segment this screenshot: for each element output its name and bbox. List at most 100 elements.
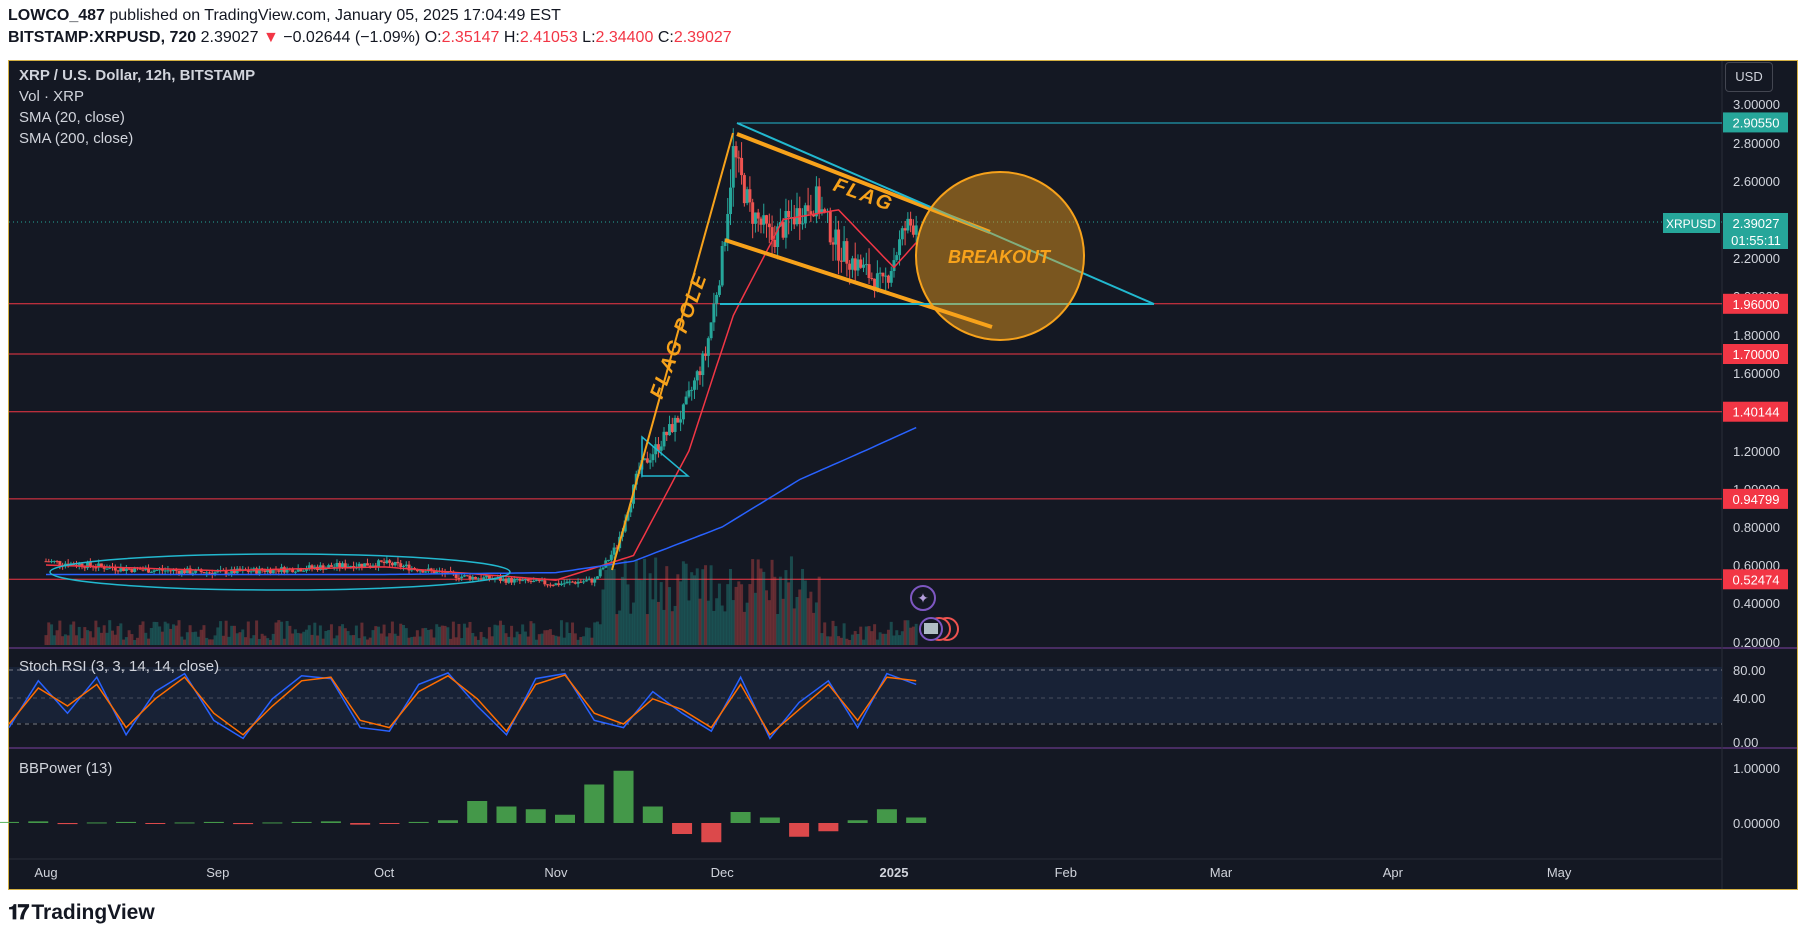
bbpower-bar[interactable] xyxy=(672,823,693,834)
volume-bar xyxy=(831,620,835,645)
bbpower-bar[interactable] xyxy=(291,821,312,823)
time-tick-label: Mar xyxy=(1210,865,1233,880)
bbpower-bar[interactable] xyxy=(642,806,663,824)
bbpower-bar[interactable] xyxy=(759,817,780,824)
volume-bar xyxy=(571,622,575,645)
bbpower-bar[interactable] xyxy=(437,820,458,823)
bbpower-bar[interactable] xyxy=(818,823,839,832)
bbpower-bar[interactable] xyxy=(262,822,283,824)
bbpower-bar[interactable] xyxy=(701,823,722,843)
volume-bar xyxy=(734,586,738,645)
sma20-line[interactable] xyxy=(45,209,917,581)
volume-bar xyxy=(390,621,394,645)
legend-sma20[interactable]: SMA (20, close) xyxy=(19,109,125,126)
legend-sma200[interactable]: SMA (200, close) xyxy=(19,130,133,147)
candle-body xyxy=(304,569,308,571)
candle-body xyxy=(728,187,732,215)
volume-bar xyxy=(116,626,120,645)
bbpower-bar[interactable] xyxy=(0,821,19,823)
bbpower-bar[interactable] xyxy=(350,823,371,825)
bbpower-bar[interactable] xyxy=(525,809,546,823)
volume-bar xyxy=(532,623,536,645)
volume-bar xyxy=(476,639,480,645)
volume-bar xyxy=(587,627,591,645)
volume-bar xyxy=(446,627,450,645)
candle-body xyxy=(382,561,386,564)
volume-bar xyxy=(704,565,708,645)
volume-bar xyxy=(548,629,552,645)
bbpower-bar[interactable] xyxy=(408,821,429,823)
bbpower-bar[interactable] xyxy=(584,784,605,824)
chart-canvas[interactable]: FLAG POLE FLAG BREAKOUT ✦ 3.00000 2.80000… xyxy=(0,0,1806,937)
volume-bar xyxy=(385,636,389,645)
level-tag-text: 1.70000 xyxy=(1733,347,1780,362)
bbpower-bar[interactable] xyxy=(233,823,254,825)
bbpower-bar[interactable] xyxy=(555,814,576,823)
candle-body xyxy=(396,561,400,564)
chart-title[interactable]: XRP / U.S. Dollar, 12h, BITSTAMP xyxy=(19,67,255,84)
volume-bar xyxy=(637,579,641,645)
volume-bar xyxy=(321,638,325,645)
candle-body xyxy=(845,241,849,264)
volume-bar xyxy=(135,637,139,645)
volume-bar xyxy=(302,631,306,645)
currency-button[interactable]: USD xyxy=(1725,62,1773,92)
candle-body xyxy=(535,579,539,581)
bbpower-bar[interactable] xyxy=(847,820,868,823)
volume-bar xyxy=(911,626,915,645)
bbpower-bar[interactable] xyxy=(789,823,810,837)
bbpower-bar[interactable] xyxy=(116,821,137,823)
flag-text[interactable]: FLAG xyxy=(830,174,896,216)
candle-body xyxy=(99,563,103,567)
candle-body xyxy=(837,229,841,261)
flag-pole-text[interactable]: FLAG POLE xyxy=(646,270,712,402)
volume-bar xyxy=(820,633,824,645)
volume-bar xyxy=(537,634,541,645)
volume-bar xyxy=(310,634,314,645)
legend-stoch-rsi[interactable]: Stoch RSI (3, 3, 14, 14, close) xyxy=(19,658,219,675)
volume-bar xyxy=(343,628,347,645)
bbpower-bar[interactable] xyxy=(496,806,517,824)
horizontal-levels[interactable] xyxy=(9,303,1722,580)
candle-body xyxy=(208,572,212,574)
bbpower-bar[interactable] xyxy=(320,821,341,823)
legend-bbpower[interactable]: BBPower (13) xyxy=(19,760,112,777)
volume-bar xyxy=(798,589,802,645)
volume-bar xyxy=(512,637,516,645)
bbpower-bar[interactable] xyxy=(174,822,195,824)
bbpower-bar[interactable] xyxy=(28,821,49,823)
volume-bar xyxy=(133,639,137,645)
candle-body xyxy=(587,578,591,581)
bbpower-bar[interactable] xyxy=(57,823,78,825)
bbpower-bar[interactable] xyxy=(203,821,224,823)
candle-body xyxy=(529,581,533,583)
breakout-text[interactable]: BREAKOUT xyxy=(948,247,1052,267)
time-axis[interactable]: Aug Sep Oct Nov Dec 2025 Feb Mar Apr May xyxy=(34,865,1571,880)
legend-volume[interactable]: Vol · XRP xyxy=(19,88,84,105)
price-axis[interactable]: 3.000002.800002.600002.200002.000001.800… xyxy=(1733,97,1780,650)
candle-body xyxy=(612,547,616,555)
volume-bar xyxy=(620,576,624,645)
bbpower-histogram[interactable] xyxy=(0,770,927,843)
candle-body xyxy=(665,431,669,436)
candle-body xyxy=(704,353,708,356)
bbpower-bar[interactable] xyxy=(876,809,897,823)
volume-bar xyxy=(817,576,821,645)
volume-bar xyxy=(748,584,752,645)
tradingview-logo[interactable]: 𝟏𝟕 TradingView xyxy=(8,901,155,925)
volume-bar xyxy=(909,627,913,645)
volume-bar xyxy=(787,582,791,645)
bbpower-bar[interactable] xyxy=(467,801,488,823)
bbpower-bar[interactable] xyxy=(145,823,166,824)
bbpower-bar[interactable] xyxy=(906,817,927,824)
candle-body xyxy=(609,554,613,560)
bbpower-bar[interactable] xyxy=(379,823,400,824)
bbpower-bar[interactable] xyxy=(730,812,751,823)
candle-body xyxy=(690,389,694,391)
bbpower-bar[interactable] xyxy=(613,770,634,823)
bbpower-bar[interactable] xyxy=(86,822,107,824)
candle-body xyxy=(571,581,575,583)
volume-bar xyxy=(859,626,863,645)
volume-bar xyxy=(138,624,142,645)
sma200-line[interactable] xyxy=(46,426,917,576)
